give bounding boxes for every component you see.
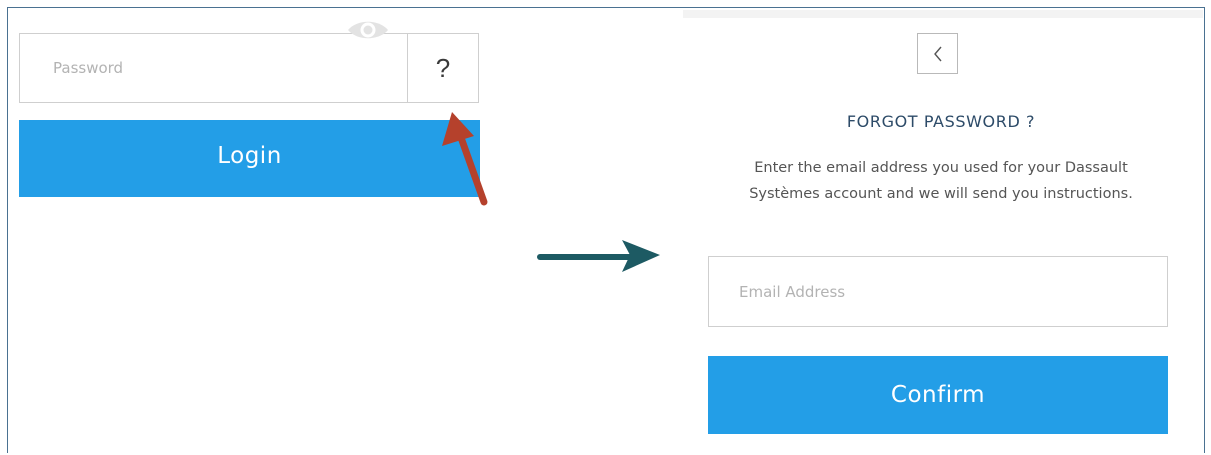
chevron-left-icon [933, 46, 942, 61]
forgot-password-title: FORGOT PASSWORD ? [846, 112, 1036, 131]
eye-icon[interactable] [345, 16, 391, 50]
forgot-password-description: Enter the email address you used for you… [749, 160, 1133, 202]
confirm-button[interactable]: Confirm [708, 356, 1168, 434]
panel-top-bar [683, 10, 1203, 18]
back-button[interactable] [917, 33, 958, 74]
login-button[interactable]: Login [19, 120, 480, 197]
red-arrow-icon [442, 112, 488, 206]
teal-arrow-icon [537, 240, 660, 272]
email-field-container [708, 256, 1168, 327]
email-input[interactable] [709, 257, 1167, 326]
forgot-password-help-button[interactable]: ? [407, 33, 479, 103]
